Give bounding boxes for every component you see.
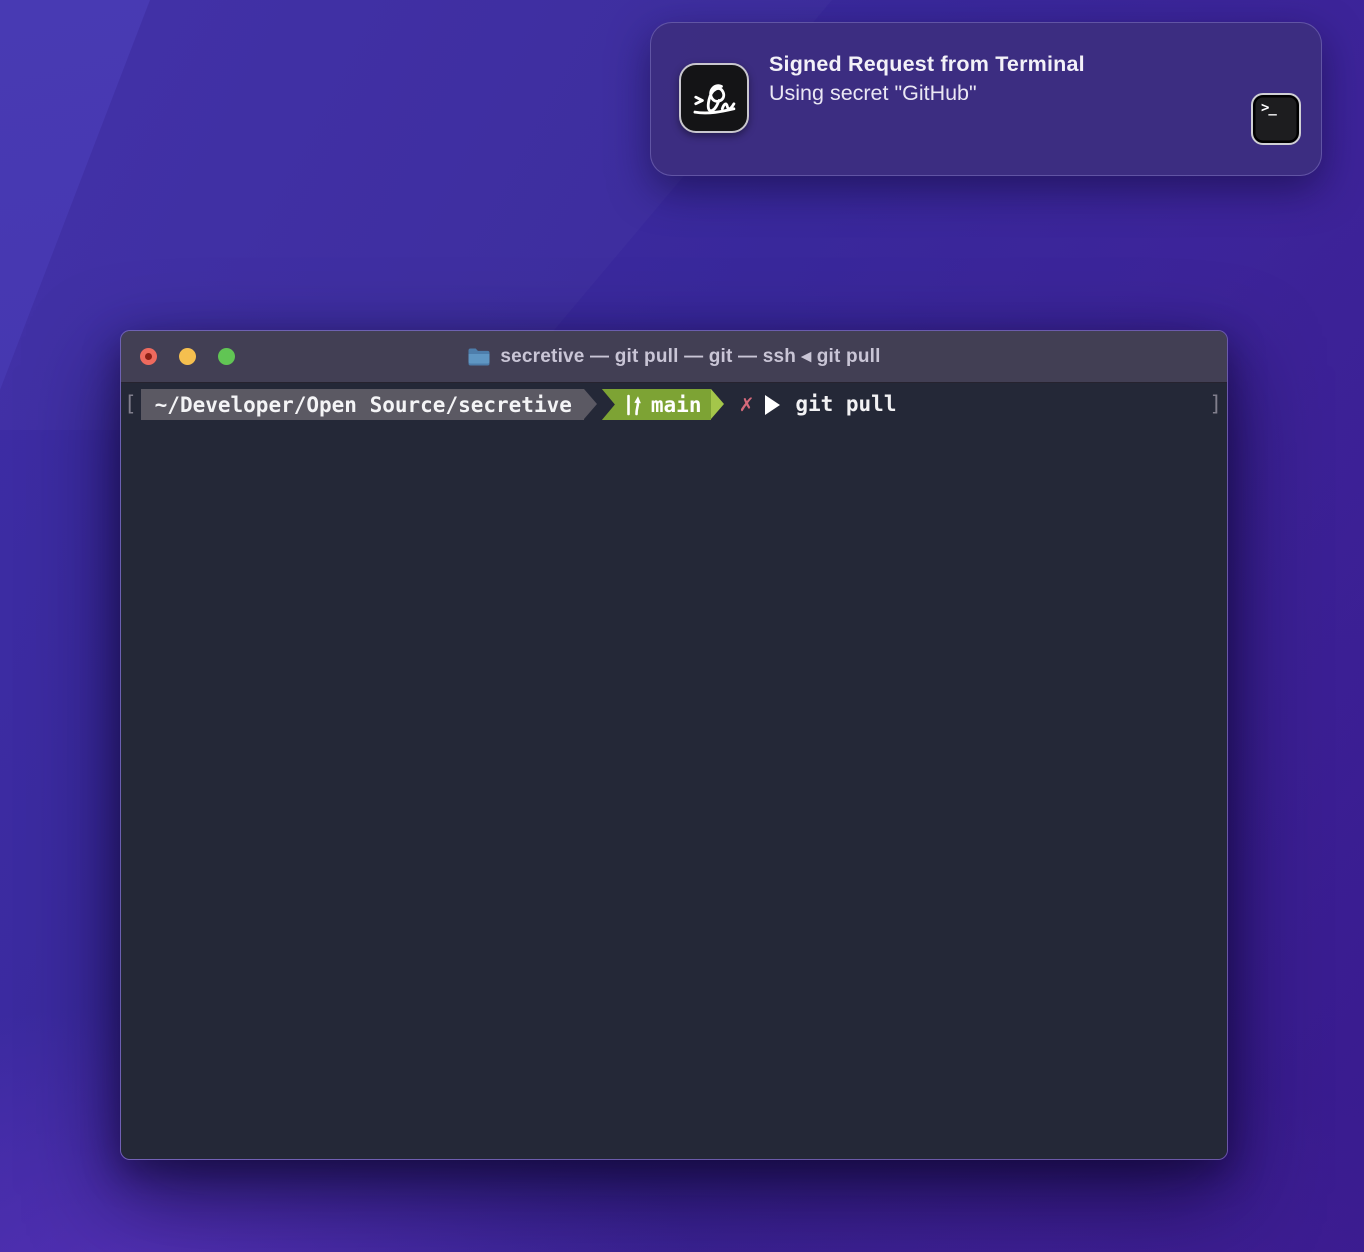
terminal-icon-glyph: >_ [1261, 100, 1276, 116]
play-triangle-icon [765, 395, 780, 415]
close-button[interactable] [140, 348, 157, 365]
git-branch-segment: main [602, 389, 712, 420]
notification-subtitle: Using secret "GitHub" [769, 81, 1085, 106]
typed-command: git pull [795, 389, 896, 420]
exit-status-mark: ✗ [739, 389, 753, 420]
cwd-segment: ~/Developer/Open Source/secretive [141, 389, 584, 420]
git-branch-name: main [651, 393, 702, 417]
notification-banner[interactable]: Signed Request from Terminal Using secre… [650, 22, 1322, 176]
branch-segment-arrow [711, 389, 724, 419]
prompt-line: [ ~/Developer/Open Source/secretive main… [121, 389, 1227, 420]
terminal-screen[interactable]: [ ~/Developer/Open Source/secretive main… [121, 383, 1227, 1160]
window-title: secretive — git pull — git — ssh ◂ git p… [500, 345, 880, 368]
git-branch-icon [624, 393, 642, 416]
zoom-button[interactable] [218, 348, 235, 365]
notification-title: Signed Request from Terminal [769, 52, 1085, 77]
cwd-segment-arrow [584, 389, 597, 419]
window-titlebar[interactable]: secretive — git pull — git — ssh ◂ git p… [121, 331, 1227, 383]
prompt-right-bracket: ] [1209, 389, 1222, 420]
prompt-left-bracket: [ [124, 389, 137, 420]
minimize-button[interactable] [179, 348, 196, 365]
secretive-signature-icon [679, 63, 749, 133]
terminal-window[interactable]: secretive — git pull — git — ssh ◂ git p… [120, 330, 1228, 1160]
terminal-icon: >_ [1251, 93, 1301, 145]
traffic-lights [140, 331, 235, 382]
folder-icon [467, 347, 491, 367]
